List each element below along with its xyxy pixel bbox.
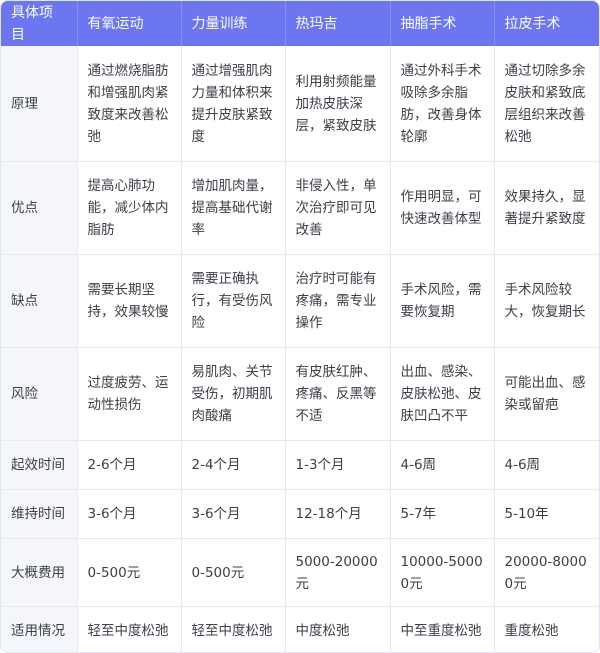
table-cell: 需要长期坚持，效果较慢 (77, 254, 182, 348)
table-cell: 中至重度松弛 (390, 606, 495, 652)
table-cell: 可能出血、感染或留疤 (494, 347, 599, 441)
header-cell: 拉皮手术 (494, 1, 599, 46)
table-cell: 需要正确执行，有受伤风险 (181, 254, 286, 348)
table-row: 维持时间 3-6个月 3-6个月 12-18个月 5-7年 5-10年 (1, 489, 599, 539)
table-cell: 3-6个月 (77, 489, 182, 539)
table-cell: 通过增强肌肉力量和体积来提升皮肤紧致度 (181, 46, 286, 162)
table-row: 风险 过度疲劳、运动性损伤 易肌肉、关节受伤，初期肌肉酸痛 有皮肤红肿、疼痛、反… (1, 347, 599, 441)
row-label: 风险 (1, 347, 78, 441)
table-cell: 10000-50000元 (390, 538, 495, 607)
table-cell: 4-6周 (494, 440, 599, 490)
table-cell: 通过燃烧脂肪和增强肌肉紧致度来改善松弛 (77, 46, 182, 162)
table-row: 缺点 需要长期坚持，效果较慢 需要正确执行，有受伤风险 治疗时可能有疼痛，需专业… (1, 254, 599, 348)
table-cell: 2-6个月 (77, 440, 182, 490)
comparison-table: 具体项目 有氧运动 力量训练 热玛吉 抽脂手术 拉皮手术 原理 通过燃烧脂肪和增… (1, 1, 599, 652)
row-label: 原理 (1, 46, 78, 162)
table-row: 优点 提高心肺功能，减少体内脂肪 增加肌肉量，提高基础代谢率 非侵入性，单次治疗… (1, 161, 599, 255)
comparison-table-container: 具体项目 有氧运动 力量训练 热玛吉 抽脂手术 拉皮手术 原理 通过燃烧脂肪和增… (0, 0, 600, 653)
row-label: 优点 (1, 161, 78, 255)
table-cell: 手术风险较大，恢复期长 (494, 254, 599, 348)
table-cell: 12-18个月 (285, 489, 391, 539)
table-cell: 2-4个月 (181, 440, 286, 490)
table-cell: 通过外科手术吸除多余脂肪，改善身体轮廓 (390, 46, 495, 162)
row-label: 维持时间 (1, 489, 78, 539)
header-cell: 力量训练 (181, 1, 286, 46)
table-cell: 出血、感染、皮肤松弛、皮肤凹凸不平 (390, 347, 495, 441)
table-cell: 0-500元 (77, 538, 182, 607)
table-cell: 5000-20000元 (285, 538, 391, 607)
table-cell: 5-7年 (390, 489, 495, 539)
row-label: 大概费用 (1, 538, 78, 607)
header-cell: 具体项目 (1, 1, 78, 46)
table-cell: 效果持久，显著提升紧致度 (494, 161, 599, 255)
table-row: 原理 通过燃烧脂肪和增强肌肉紧致度来改善松弛 通过增强肌肉力量和体积来提升皮肤紧… (1, 46, 599, 162)
table-cell: 易肌肉、关节受伤，初期肌肉酸痛 (181, 347, 286, 441)
table-cell: 轻至中度松弛 (77, 606, 182, 652)
header-cell: 有氧运动 (77, 1, 182, 46)
table-cell: 中度松弛 (285, 606, 391, 652)
table-cell: 重度松弛 (504, 622, 559, 639)
header-cell: 抽脂手术 (390, 1, 495, 46)
table-row: 大概费用 0-500元 0-500元 5000-20000元 10000-500… (1, 538, 599, 607)
table-cell: 增加肌肉量，提高基础代谢率 (181, 161, 286, 255)
table-cell: 手术风险，需要恢复期 (390, 254, 495, 348)
row-label: 适用情况 (1, 606, 78, 652)
table-cell: 1-3个月 (285, 440, 391, 490)
table-cell: 20000-80000元 (494, 538, 599, 607)
row-label: 缺点 (1, 254, 78, 348)
table-cell: 5-10年 (494, 489, 599, 539)
table-cell: 非侵入性，单次治疗即可见改善 (285, 161, 391, 255)
table-cell: 作用明显，可快速改善体型 (390, 161, 495, 255)
table-cell: 4-6周 (390, 440, 495, 490)
table-cell: 治疗时可能有疼痛，需专业操作 (285, 254, 391, 348)
table-cell: 提高心肺功能，减少体内脂肪 (77, 161, 182, 255)
table-cell: 利用射频能量加热皮肤深层，紧致皮肤 (285, 46, 391, 162)
table-cell: 有皮肤红肿、疼痛、反黑等不适 (285, 347, 391, 441)
table-row: 适用情况 轻至中度松弛 轻至中度松弛 中度松弛 中至重度松弛 重度松弛 (1, 606, 599, 652)
table-row: 起效时间 2-6个月 2-4个月 1-3个月 4-6周 4-6周 (1, 440, 599, 490)
table-header-row: 具体项目 有氧运动 力量训练 热玛吉 抽脂手术 拉皮手术 (1, 1, 599, 46)
table-cell: 3-6个月 (181, 489, 286, 539)
table-cell: 过度疲劳、运动性损伤 (77, 347, 182, 441)
row-label: 起效时间 (1, 440, 78, 490)
table-cell: 通过切除多余皮肤和紧致底层组织来改善松弛 (494, 46, 599, 162)
table-cell: 轻至中度松弛 (181, 606, 286, 652)
table-cell: 0-500元 (181, 538, 286, 607)
header-cell: 热玛吉 (285, 1, 391, 46)
